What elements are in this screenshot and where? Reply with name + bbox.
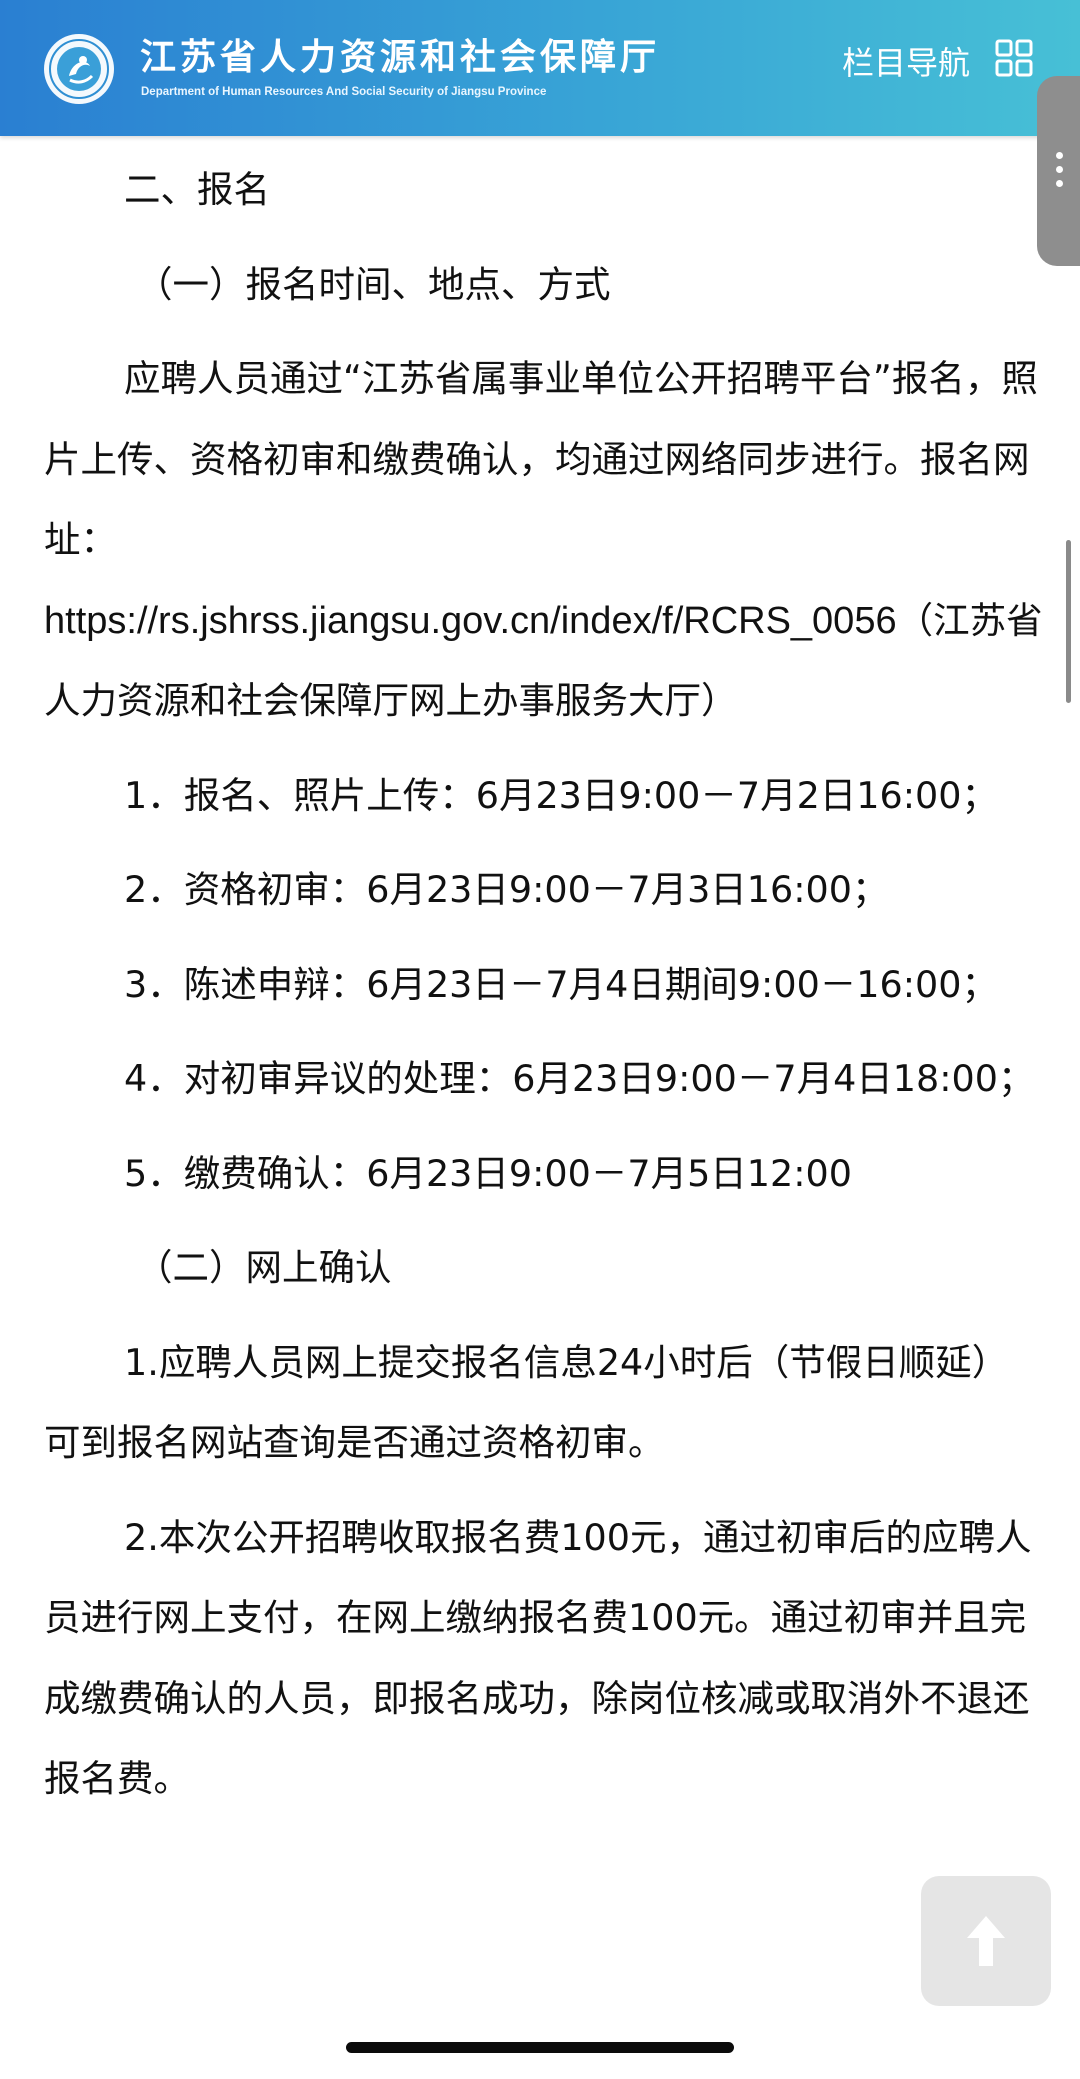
list-item-statement: 3．陈述申辩：6月23日－7月4日期间9:00－16:00；	[124, 962, 998, 1006]
emblem-icon[interactable]	[42, 32, 116, 106]
paragraph-text: 应聘人员通过“江苏省属事业单位公开招聘平台”报名，照片上传、资格初审和缴费确认，…	[44, 357, 1038, 561]
site-title[interactable]: 江苏省人力资源和社会保障厅	[140, 28, 660, 80]
arrow-up-icon	[967, 1916, 1005, 1966]
column-nav-button[interactable]: 栏目导航	[842, 38, 970, 84]
sub-heading-registration-time: （一）报名时间、地点、方式	[136, 262, 611, 306]
section-title: 二、报名	[124, 168, 270, 211]
site-header: 江苏省人力资源和社会保障厅 Department of Human Resour…	[0, 0, 1080, 136]
more-vertical-icon-dot	[1056, 180, 1063, 187]
scrollbar[interactable]	[1066, 540, 1071, 703]
more-vertical-icon-dot	[1056, 166, 1063, 173]
article-body: 二、报名 （一）报名时间、地点、方式 应聘人员通过“江苏省属事业单位公开招聘平台…	[44, 150, 1044, 1834]
list-item-registration: 1．报名、照片上传：6月23日9:00－7月2日16:00；	[124, 773, 998, 817]
list-item-payment: 5．缴费确认：6月23日9:00－7月5日12:00	[124, 1151, 852, 1195]
site-subtitle: Department of Human Resources And Social…	[141, 86, 547, 98]
paragraph-confirm-2: 2.本次公开招聘收取报名费100元，通过初审后的应聘人员进行网上支付，在网上缴纳…	[44, 1515, 1032, 1801]
back-to-top-button[interactable]	[921, 1876, 1051, 2006]
list-item-qualification-review: 2．资格初审：6月23日9:00－7月3日16:00；	[124, 868, 889, 911]
list-item-objection: 4．对初审异议的处理：6月23日9:00－7月4日18:00；	[124, 1057, 1035, 1100]
home-indicator[interactable]	[346, 2042, 734, 2053]
paragraph-confirm-1: 1.应聘人员网上提交报名信息24小时后（节假日顺延）可到报名网站查询是否通过资格…	[44, 1340, 1009, 1465]
registration-url-link[interactable]: https://rs.jshrss.jiangsu.gov.cn/index/f…	[44, 600, 897, 642]
grid-menu-icon[interactable]	[994, 38, 1034, 78]
more-vertical-icon	[1056, 152, 1063, 159]
sub-heading-online-confirm: （二）网上确认	[136, 1246, 392, 1289]
paragraph-registration-method: 应聘人员通过“江苏省属事业单位公开招聘平台”报名，照片上传、资格初审和缴费确认，…	[44, 339, 1044, 742]
